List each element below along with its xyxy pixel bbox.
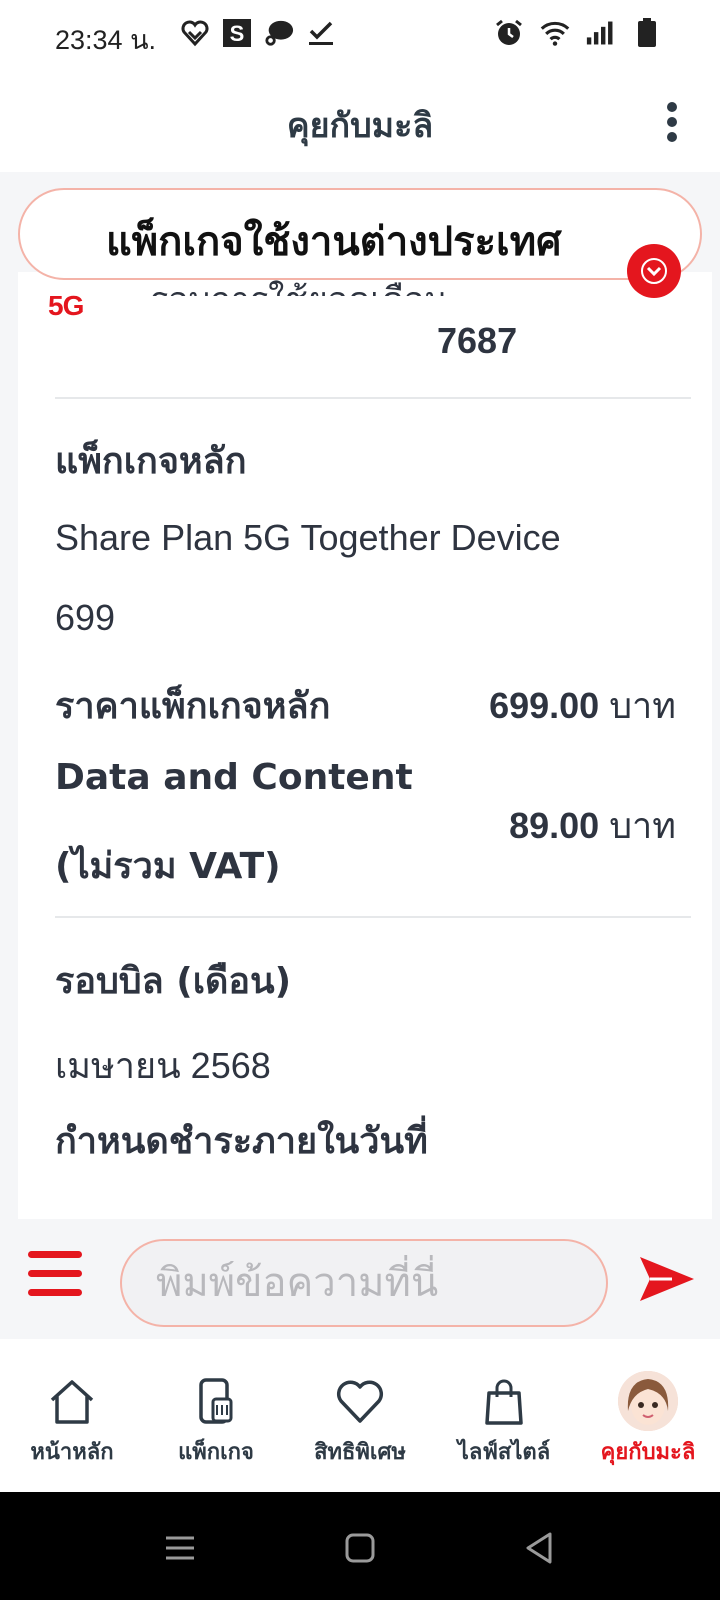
main-price-value: 699.00 — [489, 685, 600, 726]
5g-badge-text: 5G — [48, 290, 84, 321]
nav-item-lifestyle[interactable]: ไลฟ์สไตล์ — [432, 1339, 576, 1492]
system-nav-bar — [0, 1492, 720, 1600]
more-vertical-icon[interactable] — [662, 102, 682, 142]
chat-area[interactable]: รอบการใช้ยอดเดือน 7687 แพ็กเกจหลัก Share… — [0, 172, 720, 1219]
bottom-nav: หน้าหลัก แพ็กเกจ สิทธิพิเศษ ไลฟ์สไตล์ คุ… — [0, 1339, 720, 1492]
main-package-name-suffix: 699 — [55, 597, 116, 638]
divider — [55, 916, 691, 918]
nav-label-package: แพ็กเกจ — [178, 1440, 254, 1465]
nav-label-chat-mali: คุยกับมะลิ — [600, 1440, 696, 1465]
main-price: 699.00 บาท — [489, 677, 676, 734]
shopping-bag-icon — [479, 1377, 529, 1427]
pinned-title: แพ็กเกจใช้งานต่างประเทศ — [106, 219, 562, 265]
bill-cycle-value: เมษายน 2568 — [55, 1045, 271, 1086]
5g-badge: 5G — [48, 290, 100, 321]
data-content-value: 89.00 — [509, 805, 600, 846]
bill-cycle-label: รอบบิล (เดือน) — [55, 961, 292, 1002]
pinned-banner[interactable]: แพ็กเกจใช้งานต่างประเทศ — [18, 188, 702, 280]
status-bar: 23:34 น. S — [0, 0, 720, 72]
nav-label-privileges: สิทธิพิเศษ — [314, 1440, 406, 1465]
sim-package-icon — [191, 1377, 241, 1427]
data-content-vat-note: (ไม่รวม VAT) — [55, 846, 281, 887]
recent-apps-icon[interactable] — [160, 1528, 200, 1568]
signal-icon — [586, 18, 616, 48]
nav-item-chat-mali[interactable]: คุยกับมะลิ — [576, 1339, 720, 1492]
data-content-label: Data and Content — [55, 757, 413, 798]
notification-icons: S — [180, 18, 336, 48]
check-icon — [306, 18, 336, 48]
wifi-icon — [540, 18, 570, 48]
chevron-down-icon — [641, 258, 667, 284]
nav-item-package[interactable]: แพ็กเกจ — [144, 1339, 288, 1492]
send-icon[interactable] — [636, 1249, 696, 1309]
system-status-icons — [494, 18, 662, 48]
main-package-label: แพ็กเกจหลัก — [55, 441, 247, 482]
s-app-icon: S — [222, 18, 252, 48]
home-icon — [47, 1377, 97, 1427]
data-content-unit: บาท — [609, 805, 676, 846]
data-content-price: 89.00 บาท — [509, 797, 676, 854]
divider — [55, 397, 691, 399]
svg-text:S: S — [230, 21, 245, 46]
expand-pinned-button[interactable] — [627, 244, 681, 298]
message-input-bar — [0, 1219, 720, 1339]
alarm-icon — [494, 18, 524, 48]
heart-hands-icon — [180, 18, 210, 48]
due-date-label: กำหนดชำระภายในวันที่ — [55, 1121, 428, 1162]
main-price-unit: บาท — [609, 685, 676, 726]
nav-item-home[interactable]: หน้าหลัก — [0, 1339, 144, 1492]
battery-icon — [632, 18, 662, 48]
main-price-label: ราคาแพ็กเกจหลัก — [55, 686, 331, 727]
chat-bubble-icon — [264, 18, 294, 48]
mali-avatar-icon — [618, 1371, 678, 1431]
main-package-name: Share Plan 5G Together Device — [55, 517, 561, 558]
account-number-value: 7687 — [437, 320, 518, 361]
app-header: คุยกับมะลิ — [0, 72, 720, 172]
status-time: 23:34 น. — [55, 25, 157, 55]
nav-item-privileges[interactable]: สิทธิพิเศษ — [288, 1339, 432, 1492]
message-input[interactable] — [120, 1239, 608, 1327]
menu-icon[interactable] — [28, 1251, 82, 1297]
back-icon[interactable] — [520, 1528, 560, 1568]
page-title: คุยกับมะลิ — [286, 106, 434, 146]
nav-label-lifestyle: ไลฟ์สไตล์ — [457, 1440, 551, 1465]
heart-icon — [335, 1377, 385, 1427]
nav-label-home: หน้าหลัก — [30, 1440, 114, 1465]
home-button-icon[interactable] — [340, 1528, 380, 1568]
